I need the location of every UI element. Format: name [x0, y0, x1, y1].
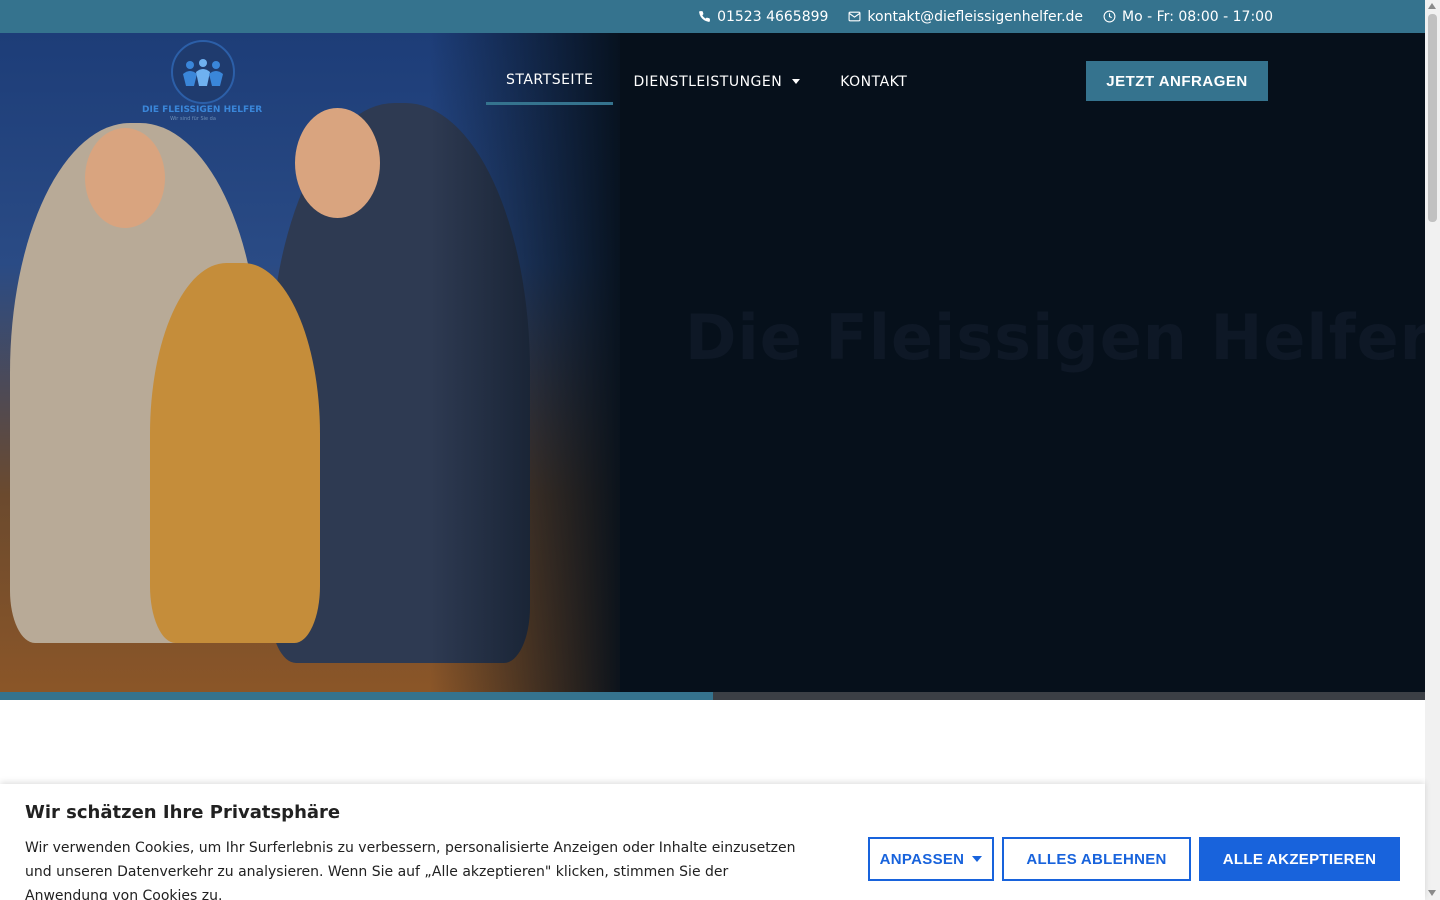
request-now-button[interactable]: JETZT ANFRAGEN	[1086, 61, 1268, 101]
hero-image-fade	[430, 33, 630, 693]
phone-number: 01523 4665899	[717, 8, 829, 25]
hero-dog	[150, 263, 320, 643]
hero-person-right-head	[295, 108, 380, 218]
main-navigation: STARTSEITE DIENSTLEISTUNGEN KONTAKT	[486, 58, 927, 105]
logo-name: DIE FLEISSIGEN HELFER	[142, 105, 263, 115]
contact-items: 01523 4665899 kontakt@diefleissigenhelfe…	[698, 0, 1273, 33]
top-contact-bar: 01523 4665899 kontakt@diefleissigenhelfe…	[0, 0, 1425, 33]
hero-slider: Die Fleissigen Helfer	[0, 33, 1425, 693]
nav-item-kontakt[interactable]: KONTAKT	[820, 58, 927, 105]
hero-title: Die Fleissigen Helfer	[685, 301, 1425, 374]
nav-item-label: STARTSEITE	[506, 72, 594, 88]
nav-item-label: KONTAKT	[840, 73, 908, 90]
page-scrollbar[interactable]	[1425, 0, 1440, 900]
contact-phone[interactable]: 01523 4665899	[698, 9, 828, 25]
contact-email[interactable]: kontakt@diefleissigenhelfer.de	[848, 9, 1083, 25]
cookie-title: Wir schätzen Ihre Privatsphäre	[25, 802, 341, 823]
cookie-consent-banner: Wir schätzen Ihre Privatsphäre Wir verwe…	[0, 784, 1425, 900]
scroll-down-arrow-icon[interactable]	[1428, 890, 1436, 896]
clock-icon	[1103, 10, 1116, 23]
chevron-down-icon	[972, 856, 983, 862]
customize-button[interactable]: ANPASSEN	[868, 837, 994, 881]
site-logo[interactable]: DIE FLEISSIGEN HELFER Wir sind für Sie d…	[142, 40, 263, 122]
cookie-description: Wir verwenden Cookies, um Ihr Surferlebn…	[25, 840, 796, 900]
reject-all-button[interactable]: ALLES ABLEHNEN	[1002, 837, 1191, 881]
logo-people-icon	[183, 59, 223, 86]
chevron-down-icon	[792, 79, 801, 84]
customize-label: ANPASSEN	[879, 850, 965, 868]
email-address: kontakt@diefleissigenhelfer.de	[867, 8, 1084, 25]
logo-tagline: Wir sind für Sie da	[170, 116, 216, 122]
hero-person-left-head	[85, 128, 165, 228]
contact-hours: Mo - Fr: 08:00 - 17:00	[1103, 9, 1273, 25]
nav-item-label: DIENSTLEISTUNGEN	[633, 73, 783, 90]
nav-item-dienstleistungen[interactable]: DIENSTLEISTUNGEN	[613, 58, 820, 105]
opening-hours: Mo - Fr: 08:00 - 17:00	[1122, 8, 1273, 25]
scrollbar-thumb[interactable]	[1428, 14, 1437, 222]
scroll-up-arrow-icon[interactable]	[1428, 3, 1436, 9]
slider-progress-bar	[0, 692, 1425, 700]
phone-icon	[699, 11, 710, 22]
slider-progress-fill	[0, 692, 713, 700]
nav-item-startseite[interactable]: STARTSEITE	[486, 58, 614, 105]
accept-all-button[interactable]: ALLE AKZEPTIEREN	[1199, 837, 1400, 881]
envelope-icon	[848, 11, 861, 22]
